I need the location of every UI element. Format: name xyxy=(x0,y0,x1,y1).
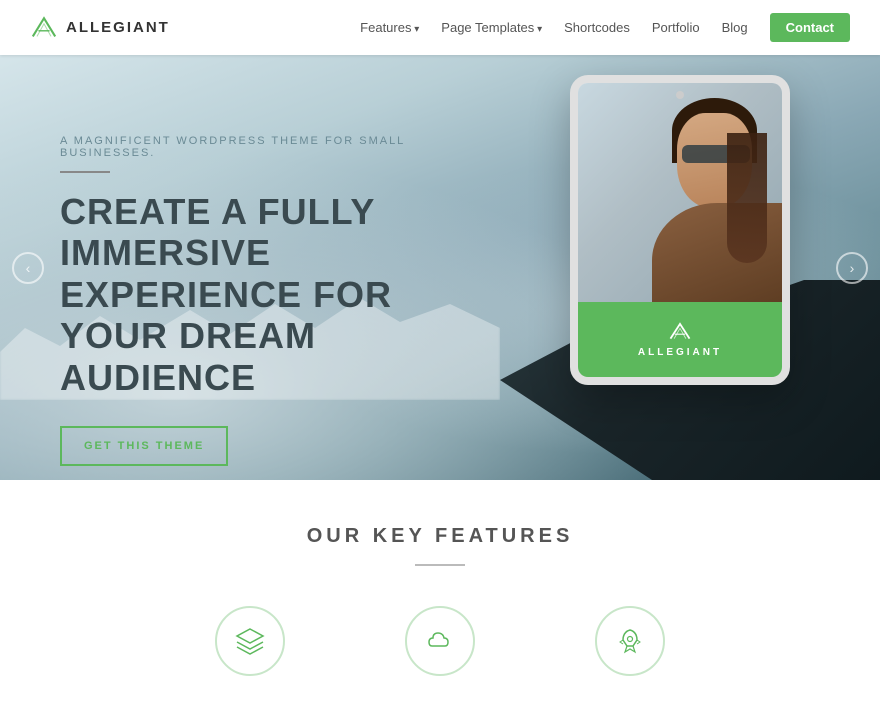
nav-shortcodes[interactable]: Shortcodes xyxy=(564,19,630,37)
tablet-screen: ALLEGIANT xyxy=(578,83,782,377)
tablet-outer: ALLEGIANT xyxy=(570,75,790,385)
logo[interactable]: ALLEGIANT xyxy=(30,14,170,42)
nav-portfolio[interactable]: Portfolio xyxy=(652,19,700,37)
nav-page-templates-link[interactable]: Page Templates xyxy=(441,20,542,35)
nav-page-templates[interactable]: Page Templates xyxy=(441,19,542,37)
tablet-mockup: ALLEGIANT xyxy=(570,75,790,385)
nav-blog-link[interactable]: Blog xyxy=(722,20,748,35)
features-icons-row xyxy=(0,606,880,676)
tablet-brand-bar: ALLEGIANT xyxy=(578,302,782,377)
hero-next-arrow[interactable]: › xyxy=(836,252,868,284)
chevron-left-icon: ‹ xyxy=(26,260,31,276)
hero-title: CREATE A FULLY IMMERSIVE EXPERIENCE FOR … xyxy=(60,191,480,398)
nav-links: Features Page Templates Shortcodes Portf… xyxy=(360,19,850,37)
hero-section: ‹ › A MAGNIFICENT WORDPRESS THEME FOR SM… xyxy=(0,55,880,480)
logo-text: ALLEGIANT xyxy=(66,19,170,36)
hero-divider xyxy=(60,171,110,173)
logo-icon xyxy=(30,14,58,42)
layers-icon xyxy=(235,626,265,656)
nav-features[interactable]: Features xyxy=(360,19,419,37)
navbar: ALLEGIANT Features Page Templates Shortc… xyxy=(0,0,880,55)
tablet-camera xyxy=(676,91,684,99)
nav-features-link[interactable]: Features xyxy=(360,20,419,35)
nav-portfolio-link[interactable]: Portfolio xyxy=(652,20,700,35)
feature-rocket xyxy=(595,606,665,676)
feature-layers xyxy=(215,606,285,676)
hero-subtitle: A MAGNIFICENT WORDPRESS THEME FOR SMALL … xyxy=(60,135,480,159)
get-theme-button[interactable]: GET THIS THEME xyxy=(60,426,228,466)
features-section: OUR KEY FEATURES xyxy=(0,480,880,706)
features-divider xyxy=(415,564,465,566)
chevron-right-icon: › xyxy=(850,260,855,276)
person-long-hair xyxy=(727,133,767,263)
nav-shortcodes-link[interactable]: Shortcodes xyxy=(564,20,630,35)
feature-cloud xyxy=(405,606,475,676)
tablet-photo-bg xyxy=(578,83,782,313)
tablet-brand-logo-icon xyxy=(669,321,691,343)
hero-content: A MAGNIFICENT WORDPRESS THEME FOR SMALL … xyxy=(60,135,480,466)
tablet-brand-name: ALLEGIANT xyxy=(638,347,722,358)
cloud-icon xyxy=(425,626,455,656)
nav-blog[interactable]: Blog xyxy=(722,19,748,37)
rocket-icon xyxy=(615,626,645,656)
nav-contact[interactable]: Contact xyxy=(770,19,850,37)
features-title: OUR KEY FEATURES xyxy=(0,525,880,548)
hero-prev-arrow[interactable]: ‹ xyxy=(12,252,44,284)
nav-contact-link[interactable]: Contact xyxy=(770,13,850,42)
